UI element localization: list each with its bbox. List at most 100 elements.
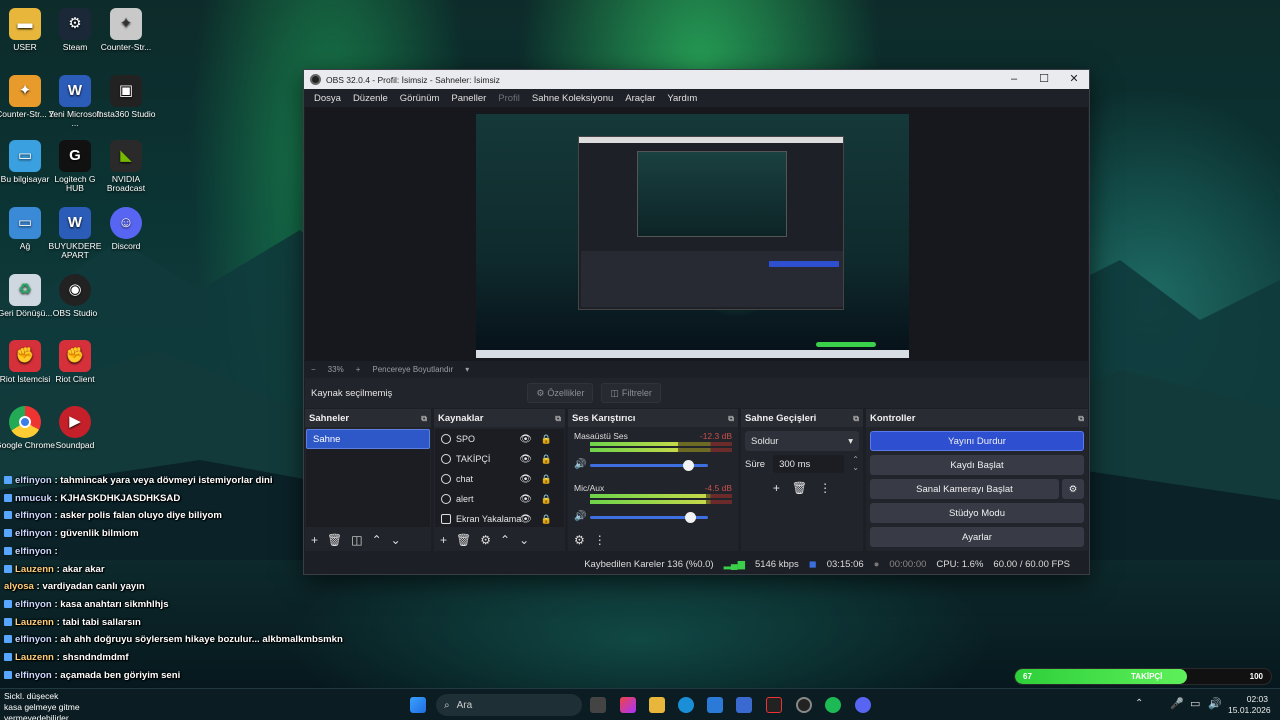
mixer-settings-icon[interactable]: ⚙: [574, 533, 585, 547]
source-item[interactable]: chat 👁 🔒: [435, 469, 564, 489]
spotify-icon[interactable]: [825, 697, 841, 713]
discord-taskbar-icon[interactable]: [855, 697, 871, 713]
lock-icon[interactable]: 🔒: [541, 434, 552, 445]
obs-taskbar-icon[interactable]: [796, 697, 812, 713]
studio-mode-button[interactable]: Stüdyo Modu: [870, 503, 1084, 523]
outlook-icon[interactable]: [736, 697, 752, 713]
search-box[interactable]: ⌕ Ara: [436, 694, 582, 716]
chevron-up-icon[interactable]: ⌃: [1135, 698, 1143, 709]
source-item[interactable]: TAKİPÇİ 👁 🔒: [435, 449, 564, 469]
chevron-down-icon[interactable]: ⌄: [519, 533, 529, 547]
speaker-icon[interactable]: 🔊: [574, 459, 586, 470]
task-view-icon[interactable]: [590, 697, 606, 713]
eye-icon[interactable]: 👁: [519, 474, 532, 485]
eye-icon[interactable]: 👁: [519, 514, 532, 525]
duration-input[interactable]: 300 ms: [773, 455, 845, 473]
trash-icon[interactable]: 🗑: [792, 481, 807, 495]
dock-undock-icon[interactable]: ⧉: [421, 414, 427, 424]
menu-duzenle[interactable]: Düzenle: [347, 93, 394, 104]
taskbar: Sickl. düşecek kasa gelmeye gitme vermey…: [0, 688, 1280, 720]
virtual-camera-button[interactable]: Sanal Kamerayı Başlat: [870, 479, 1059, 499]
properties-button[interactable]: ⚙ Özellikler: [527, 383, 594, 403]
title-bar[interactable]: OBS 32.0.4 - Profil: İsimsiz - Sahneler:…: [304, 70, 1089, 89]
menu-profil[interactable]: Profil: [492, 93, 526, 104]
obs-window: OBS 32.0.4 - Profil: İsimsiz - Sahneler:…: [303, 69, 1090, 575]
eye-icon[interactable]: 👁: [519, 494, 532, 505]
volume-knob[interactable]: [683, 460, 695, 471]
menu-sahne-koleksiyonu[interactable]: Sahne Koleksiyonu: [526, 93, 619, 104]
lock-icon[interactable]: 🔒: [541, 514, 552, 525]
mixer-channel-mic: Mic/Aux -4.5 dB 🔊: [574, 481, 732, 523]
volume-knob[interactable]: [685, 512, 697, 523]
preview-canvas[interactable]: [305, 107, 1088, 361]
network-icon[interactable]: ▭: [1190, 697, 1200, 710]
more-options-icon[interactable]: ⋮: [819, 481, 831, 495]
scene-item[interactable]: Sahne: [306, 429, 430, 449]
volume-slider[interactable]: [590, 460, 708, 471]
desktop-icon-soundpad[interactable]: ▶ Soundpad: [45, 406, 105, 450]
close-button[interactable]: ✕: [1059, 70, 1089, 89]
lock-icon[interactable]: 🔒: [541, 454, 552, 465]
filters-button[interactable]: ◫ Filtreler: [601, 383, 661, 403]
start-recording-button[interactable]: Kaydı Başlat: [870, 455, 1084, 475]
desktop-icon-counter-strike[interactable]: ✦ Counter-Str...: [96, 8, 156, 52]
zoom-in-button[interactable]: +: [356, 365, 361, 374]
add-icon[interactable]: +: [311, 533, 318, 547]
chevron-up-icon[interactable]: ⌃: [372, 533, 382, 547]
desktop-icon-riot-client[interactable]: ✊ Riot Client: [45, 340, 105, 384]
microphone-icon[interactable]: 🎤: [1170, 697, 1184, 710]
dock-undock-icon[interactable]: ⧉: [728, 414, 734, 424]
fit-to-window-button[interactable]: Pencereye Boyutlandır: [372, 365, 453, 374]
lock-icon[interactable]: 🔒: [541, 474, 552, 485]
chevron-down-icon[interactable]: ▾: [465, 365, 469, 374]
desktop-icon-obs[interactable]: ◉ OBS Studio: [45, 274, 105, 318]
trash-icon[interactable]: 🗑: [327, 533, 342, 547]
duration-stepper[interactable]: ⌃ ⌄: [852, 456, 859, 472]
source-item[interactable]: alert 👁 🔒: [435, 489, 564, 509]
file-explorer-icon[interactable]: [649, 697, 665, 713]
settings-button[interactable]: Ayarlar: [870, 527, 1084, 547]
filter-icon[interactable]: ◫: [351, 533, 362, 547]
source-item[interactable]: SPO 👁 🔒: [435, 429, 564, 449]
dock-undock-icon[interactable]: ⧉: [555, 414, 561, 424]
bitrate: 5146 kbps: [754, 558, 799, 570]
cs2-icon: ✦: [9, 75, 41, 107]
maximize-button[interactable]: ☐: [1029, 70, 1059, 89]
menu-gorunum[interactable]: Görünüm: [394, 93, 446, 104]
app-icon[interactable]: [766, 697, 782, 713]
desktop-icon-discord[interactable]: ☺ Discord: [96, 207, 156, 251]
chevron-up-icon[interactable]: ⌃: [500, 533, 510, 547]
add-icon[interactable]: +: [773, 481, 780, 495]
menu-dosya[interactable]: Dosya: [308, 93, 347, 104]
minimize-button[interactable]: –: [999, 70, 1029, 89]
menu-yardim[interactable]: Yardım: [661, 93, 703, 104]
chevron-down-icon[interactable]: ⌄: [391, 533, 401, 547]
transition-select[interactable]: Soldur ▾: [745, 431, 859, 451]
lock-icon[interactable]: 🔒: [541, 494, 552, 505]
gear-icon[interactable]: ⚙: [480, 533, 491, 547]
add-icon[interactable]: +: [440, 533, 447, 547]
source-item[interactable]: Ekran Yakalama 👁 🔒: [435, 509, 564, 529]
edge-icon[interactable]: [678, 697, 694, 713]
zoom-out-button[interactable]: −: [311, 365, 316, 374]
speaker-icon[interactable]: 🔊: [574, 511, 586, 522]
level-meter: [590, 500, 732, 504]
gear-icon[interactable]: ⚙: [1062, 479, 1084, 499]
desktop-icon-insta360[interactable]: ▣ Insta360 Studio: [96, 75, 156, 119]
dock-undock-icon[interactable]: ⧉: [1078, 414, 1084, 424]
volume-slider[interactable]: [590, 512, 708, 523]
stop-stream-button[interactable]: Yayını Durdur: [870, 431, 1084, 451]
windows-start-icon[interactable]: [410, 697, 426, 713]
menu-araclar[interactable]: Araçlar: [619, 93, 661, 104]
volume-icon[interactable]: 🔊: [1208, 697, 1222, 710]
dock-undock-icon[interactable]: ⧉: [853, 414, 859, 424]
eye-icon[interactable]: 👁: [519, 434, 532, 445]
trash-icon[interactable]: 🗑: [456, 533, 471, 547]
clock[interactable]: 02:03 15.01.2026: [1228, 694, 1271, 716]
desktop-icon-nvidia-broadcast[interactable]: ◣ NVIDIA Broadcast: [96, 140, 156, 194]
more-options-icon[interactable]: ⋮: [594, 533, 606, 547]
eye-icon[interactable]: 👁: [519, 454, 532, 465]
menu-paneller[interactable]: Paneller: [445, 93, 492, 104]
copilot-icon[interactable]: [620, 697, 636, 713]
store-icon[interactable]: [707, 697, 723, 713]
